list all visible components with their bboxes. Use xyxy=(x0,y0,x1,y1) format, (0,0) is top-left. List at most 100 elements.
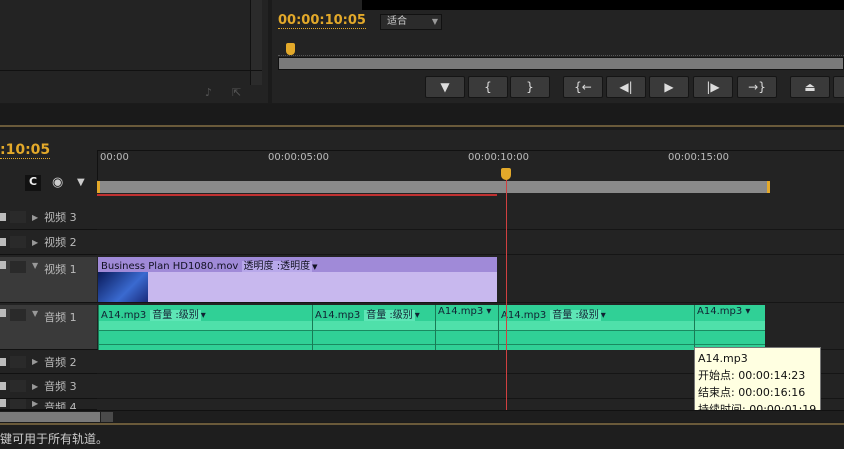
audio-clip[interactable]: A14.mp3 ▾ xyxy=(435,305,498,350)
tooltip-end: 结束点: 00:00:16:16 xyxy=(698,386,806,399)
video-clip[interactable]: Business Plan HD1080.mov 透明度 :透明度 ▼ xyxy=(98,257,497,302)
mark-in-button[interactable]: { xyxy=(468,76,508,98)
track-video-2 xyxy=(97,230,844,255)
marker-icon[interactable]: ◉ xyxy=(52,175,63,190)
clip-effect[interactable]: 音量 :级别 xyxy=(150,310,201,321)
mini-ruler[interactable] xyxy=(278,40,844,56)
collapse-icon[interactable]: ▼ xyxy=(32,309,38,318)
video-preview xyxy=(362,0,844,10)
add-marker-button[interactable]: ▼ xyxy=(425,76,465,98)
playhead-line[interactable] xyxy=(506,172,507,410)
track-header-a3[interactable]: ▶ 音频 3 xyxy=(0,374,97,399)
toggle-box[interactable] xyxy=(10,380,26,392)
track-header-a4[interactable]: ▶ 音频 4 xyxy=(0,399,97,410)
track-label: 视频 1 xyxy=(44,263,77,276)
audio-clip[interactable]: A14.mp3 ▾ xyxy=(694,305,765,350)
track-header-v1[interactable]: ▼ 视频 1 xyxy=(0,257,97,303)
tooltip-title: A14.mp3 xyxy=(698,352,748,365)
scrollbar-handle[interactable] xyxy=(101,412,113,422)
chevron-down-icon[interactable]: ▼ xyxy=(312,263,317,271)
zoom-select[interactable]: 适合 ▼ xyxy=(380,14,442,30)
audio-icon[interactable]: ♪ xyxy=(205,86,212,99)
track-header-v3[interactable]: ▶ 视频 3 xyxy=(0,205,97,230)
lift-button[interactable]: ⏏ xyxy=(790,76,830,98)
lock-icon[interactable] xyxy=(0,238,6,246)
panel-separator xyxy=(0,104,844,127)
zoom-select-value: 适合 xyxy=(387,16,407,27)
track-label: 音频 4 xyxy=(44,401,77,410)
status-bar: 键可用于所有轨道。 xyxy=(0,425,844,449)
lock-icon[interactable] xyxy=(0,261,6,269)
clip-name: A14.mp3 xyxy=(697,306,743,317)
go-to-in-button[interactable]: {← xyxy=(563,76,603,98)
go-to-out-icon: →} xyxy=(748,80,766,94)
toggle-box[interactable] xyxy=(10,261,26,273)
audio-clip[interactable]: A14.mp3 音量 :级别 ▾ xyxy=(498,305,694,350)
track-header-a2[interactable]: ▶ 音频 2 xyxy=(0,350,97,374)
ruler-label: 00:00:15:00 xyxy=(668,152,730,163)
lock-icon[interactable] xyxy=(0,309,6,317)
step-back-button[interactable]: ◀| xyxy=(606,76,646,98)
ruler-label: 00:00:10:00 xyxy=(468,152,530,163)
play-icon: ▶ xyxy=(664,80,674,94)
clip-name: A14.mp3 xyxy=(501,310,547,321)
toggle-box[interactable] xyxy=(10,399,26,409)
monitor-scrollbar[interactable] xyxy=(278,57,844,70)
clip-effect[interactable]: 音量 :级别 xyxy=(550,310,601,321)
step-forward-icon: |▶ xyxy=(706,80,720,94)
timeline-timecode[interactable]: :10:05 xyxy=(0,142,51,159)
scrollbar-thumb[interactable] xyxy=(0,412,100,422)
clip-effect[interactable]: 透明度 :透明度 xyxy=(241,261,313,272)
expand-icon[interactable]: ▶ xyxy=(32,213,38,222)
extract-button[interactable]: ⏏ xyxy=(833,76,844,98)
audio-clip[interactable]: A14.mp3 音量 :级别 ▾ xyxy=(312,305,435,350)
expand-icon[interactable]: ▶ xyxy=(32,399,38,408)
clip-name: A14.mp3 xyxy=(315,310,361,321)
track-video-3 xyxy=(97,205,844,230)
work-area-bar[interactable] xyxy=(97,181,770,193)
collapse-icon[interactable]: ▼ xyxy=(32,261,38,270)
clip-name: Business Plan HD1080.mov xyxy=(101,261,239,272)
playhead-marker-icon[interactable] xyxy=(286,43,295,55)
audio-clip[interactable]: A14.mp3 音量 :级别 ▾ xyxy=(98,305,312,350)
ruler-label: 00:00:05:00 xyxy=(268,152,330,163)
mark-out-button[interactable]: } xyxy=(510,76,550,98)
track-header-a1[interactable]: ▼ 音频 1 xyxy=(0,305,97,350)
export-icon[interactable]: ⇱ xyxy=(232,86,241,99)
expand-icon[interactable]: ▶ xyxy=(32,238,38,247)
clip-name: A14.mp3 xyxy=(438,306,484,317)
track-label: 音频 2 xyxy=(44,355,77,369)
go-to-out-button[interactable]: →} xyxy=(737,76,777,98)
toggle-box[interactable] xyxy=(10,211,26,223)
status-text: 键可用于所有轨道。 xyxy=(0,432,109,446)
clip-effect[interactable]: 音量 :级别 xyxy=(364,310,415,321)
lock-icon[interactable] xyxy=(0,399,6,407)
expand-icon[interactable]: ▶ xyxy=(32,382,38,391)
toggle-box[interactable] xyxy=(10,236,26,248)
lock-icon[interactable] xyxy=(0,213,6,221)
play-button[interactable]: ▶ xyxy=(649,76,689,98)
track-label: 音频 1 xyxy=(44,311,77,324)
lock-icon[interactable] xyxy=(0,382,6,390)
step-forward-button[interactable]: |▶ xyxy=(693,76,733,98)
ruler-label: 00:00 xyxy=(100,152,129,163)
lock-icon[interactable] xyxy=(0,357,6,366)
tooltip-start: 开始点: 00:00:14:23 xyxy=(698,369,806,382)
timeline-scrollbar[interactable] xyxy=(0,410,844,422)
add-marker-icon: ▼ xyxy=(440,80,450,94)
track-label: 音频 3 xyxy=(44,380,77,393)
toggle-box[interactable] xyxy=(10,309,26,321)
playhead-marker-icon[interactable] xyxy=(501,168,511,180)
mark-out-icon: } xyxy=(526,80,534,94)
clip-title-bar: Business Plan HD1080.mov 透明度 :透明度 ▼ xyxy=(98,257,497,272)
snap-icon[interactable]: C xyxy=(25,175,41,191)
track-header-v2[interactable]: ▶ 视频 2 xyxy=(0,230,97,255)
add-marker-icon[interactable]: ▼ xyxy=(77,177,85,188)
clip-thumbnail xyxy=(98,272,148,302)
toggle-box[interactable] xyxy=(10,355,26,368)
panel-scrollbar[interactable] xyxy=(250,0,262,85)
expand-icon[interactable]: ▶ xyxy=(32,357,38,366)
project-panel: ♪ ⇱ xyxy=(0,0,268,103)
monitor-timecode[interactable]: 00:00:10:05 xyxy=(278,13,366,29)
clip-tooltip: A14.mp3 开始点: 00:00:14:23 结束点: 00:00:16:1… xyxy=(694,347,821,419)
